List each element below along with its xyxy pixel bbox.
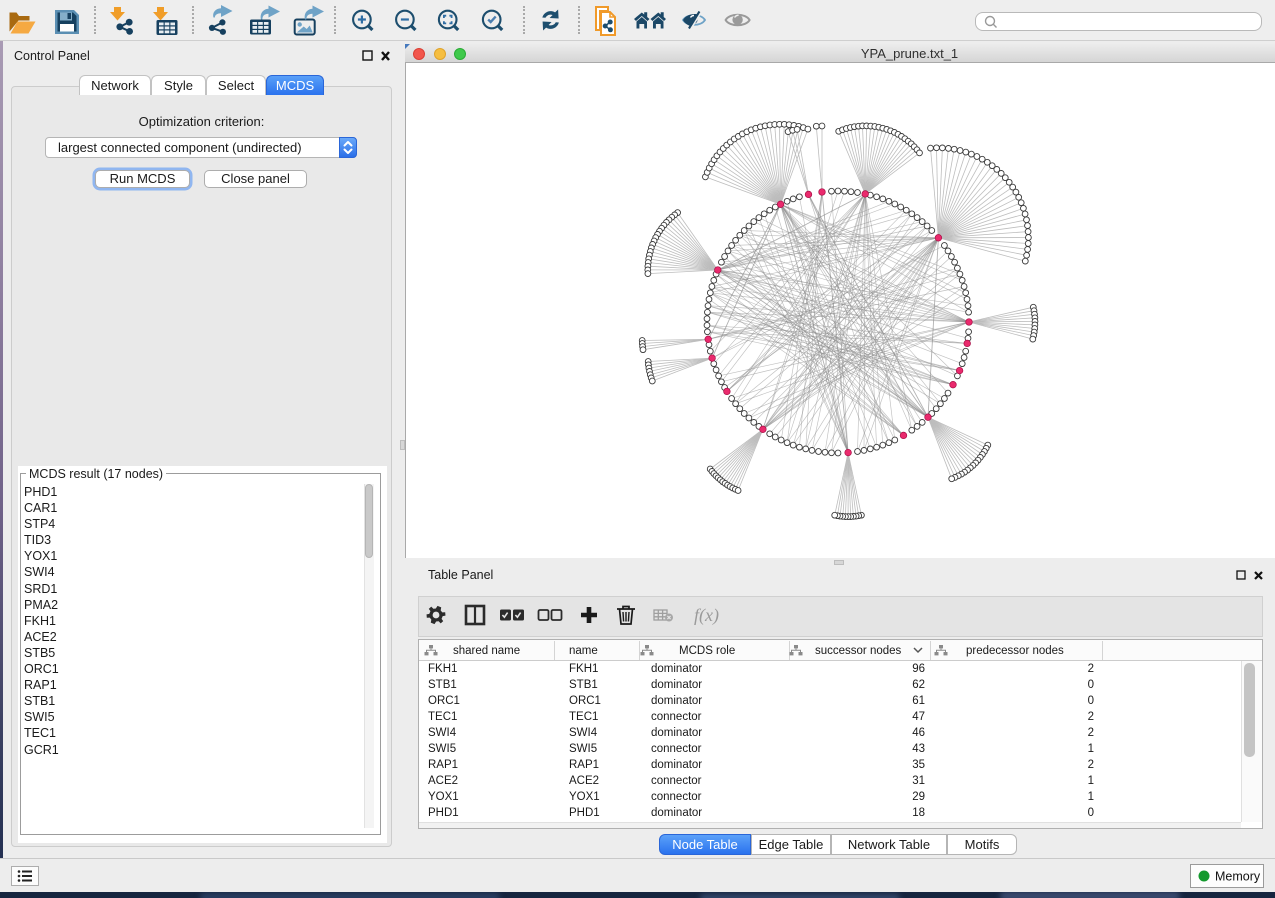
svg-text:f(x): f(x) <box>694 605 719 626</box>
svg-text:Memory: Memory <box>1215 870 1261 884</box>
